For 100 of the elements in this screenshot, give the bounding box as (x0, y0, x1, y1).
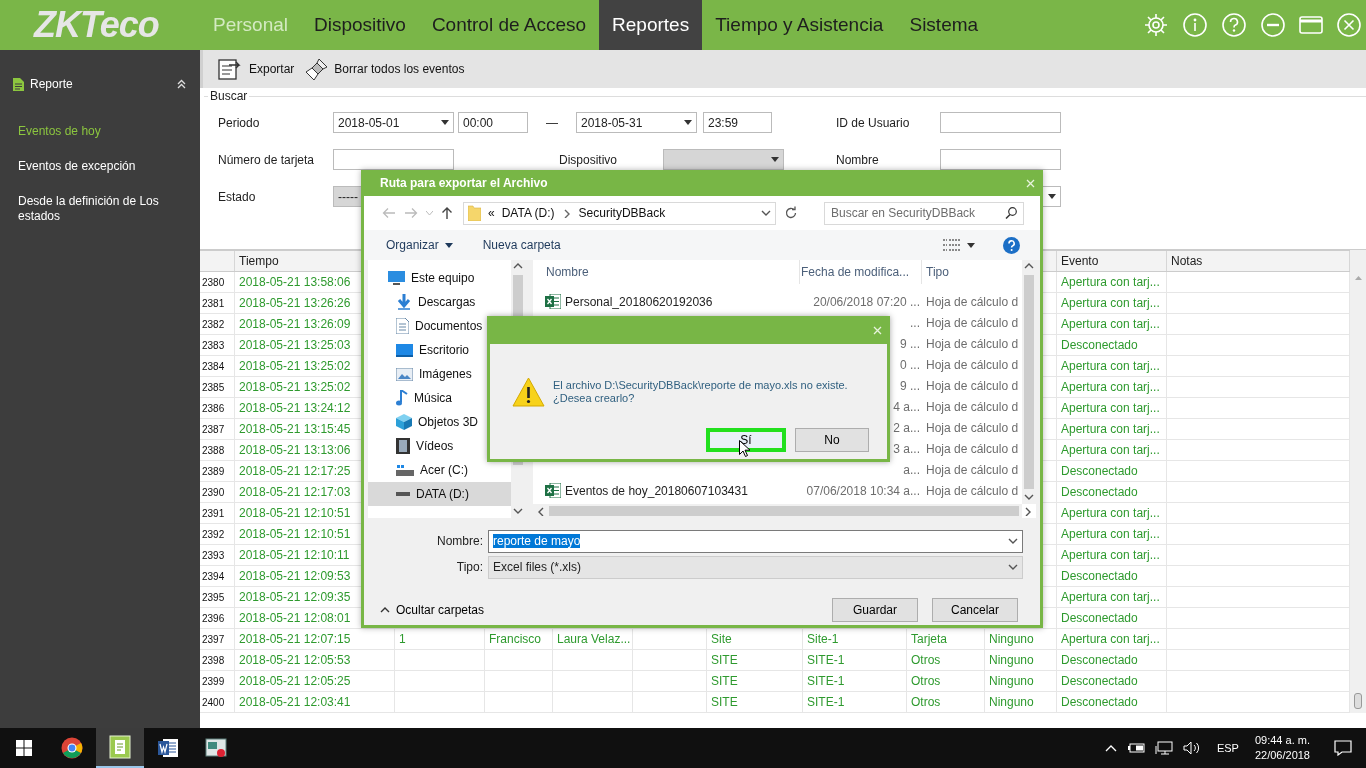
view-menu[interactable] (943, 239, 975, 251)
column-header[interactable]: Fecha de modifica... (800, 260, 922, 284)
chevron-down-icon (761, 208, 771, 218)
organize-menu[interactable]: Organizar (386, 238, 453, 252)
cube-icon (396, 414, 412, 430)
export-button[interactable]: Exportar (217, 57, 295, 81)
field-label: ID de Usuario (836, 115, 911, 130)
language-indicator[interactable]: ESP (1216, 742, 1239, 754)
time-field[interactable]: 23:59 (703, 112, 772, 133)
scrollbar[interactable] (1350, 250, 1366, 713)
sidebar-item[interactable]: Eventos de excepción (0, 149, 200, 184)
time-field[interactable]: 00:00 (458, 112, 528, 133)
scroll-thumb[interactable] (1354, 693, 1362, 709)
table-cell: Desconectado (1057, 335, 1167, 355)
clear-button[interactable]: Borrar todos los eventos (304, 56, 465, 82)
scroll-thumb[interactable] (549, 506, 1019, 516)
help-icon[interactable] (1221, 12, 1247, 38)
sidebar-item[interactable]: Desde la definición de Los estados (0, 184, 200, 234)
chevron-down-icon (1024, 493, 1034, 502)
sidebar-item[interactable]: Eventos de hoy (0, 114, 200, 149)
table-cell: Apertura con tarj... (1057, 503, 1167, 523)
table-cell: Apertura con tarj... (1057, 419, 1167, 439)
date-select[interactable]: 2018-05-01 (333, 112, 454, 133)
file-type: Hoja de cálculo d (925, 399, 1020, 414)
spreadsheet-icon (545, 294, 561, 309)
yes-button[interactable]: Sí (706, 428, 786, 452)
close-icon[interactable] (873, 325, 882, 335)
input-field[interactable] (940, 149, 1061, 170)
back-icon[interactable] (382, 207, 396, 219)
table-cell: 1 (395, 629, 485, 649)
up-icon[interactable] (441, 206, 453, 220)
file-type: Hoja de cálculo d (925, 462, 1020, 477)
tree-item[interactable]: DATA (D:) (368, 482, 511, 506)
column-header[interactable]: Nombre (545, 260, 800, 284)
table-cell: Ninguno (985, 650, 1057, 670)
document-icon (13, 77, 24, 91)
address-bar[interactable]: « DATA (D:) SecurityDBBack (463, 201, 776, 225)
breadcrumb-item[interactable]: SecurityDBBack (578, 206, 666, 220)
table-cell: Desconectado (1057, 650, 1167, 670)
nav-tab[interactable]: Sistema (896, 0, 992, 50)
table-cell: SITE-1 (803, 692, 907, 712)
maximize-icon[interactable] (1299, 15, 1323, 35)
breadcrumb-item[interactable]: DATA (D:) (501, 206, 555, 220)
scrollbar[interactable] (1022, 260, 1036, 504)
details-view-icon (943, 239, 961, 251)
field-label: Número de tarjeta (218, 152, 316, 167)
table-cell: Ninguno (985, 629, 1057, 649)
spreadsheet-icon (545, 483, 561, 498)
search-icon (1005, 207, 1017, 219)
volume-icon[interactable] (1182, 741, 1201, 755)
scroll-thumb[interactable] (1024, 275, 1034, 489)
field-label: Tipo: (455, 560, 484, 574)
file-type-select[interactable]: Excel files (*.xls) (488, 555, 1023, 579)
input-field[interactable] (940, 112, 1061, 133)
battery-icon[interactable] (1126, 742, 1145, 754)
table-cell: 2018-05-21 12:05:53 (235, 650, 395, 670)
row-number: 2392 (200, 524, 235, 544)
help-icon[interactable] (1003, 236, 1020, 254)
notifications-icon[interactable] (1334, 740, 1352, 756)
column-header[interactable]: Evento (1057, 251, 1167, 271)
network-icon[interactable] (1154, 741, 1173, 755)
table-cell: Desconectado (1057, 608, 1167, 628)
new-folder-button[interactable]: Nueva carpeta (482, 238, 561, 252)
chevron-down-icon (1008, 536, 1018, 546)
collapse-icon[interactable] (177, 79, 186, 89)
info-icon[interactable] (1182, 12, 1208, 38)
recent-icon[interactable] (426, 211, 433, 215)
input-field[interactable] (333, 149, 454, 170)
pictures-icon (396, 367, 413, 381)
save-button[interactable]: Guardar (832, 598, 918, 622)
close-icon[interactable] (1026, 178, 1035, 188)
no-button[interactable]: No (795, 428, 869, 452)
nav-tab[interactable]: Dispositivo (301, 0, 419, 50)
refresh-icon[interactable] (784, 206, 798, 220)
nav-tab[interactable]: Reportes (599, 0, 703, 50)
browser-icon (61, 737, 83, 759)
scroll-up-icon[interactable] (1354, 276, 1362, 280)
search-field[interactable]: Buscar en SecurityDBBack (824, 201, 1024, 225)
minimize-icon[interactable] (1260, 12, 1286, 38)
row-number: 2399 (200, 671, 235, 691)
table-cell: Apertura con tarj... (1057, 524, 1167, 544)
column-header[interactable]: Tipo (922, 260, 1021, 284)
file-name-field[interactable]: reporte de mayo (488, 529, 1023, 553)
settings-icon[interactable] (1143, 12, 1169, 38)
forward-icon[interactable] (404, 207, 418, 219)
nav-tab[interactable]: Tiempo y Asistencia (702, 0, 897, 50)
document-icon (396, 318, 409, 334)
cancel-button[interactable]: Cancelar (932, 598, 1018, 622)
clock-date[interactable]: 22/06/2018 (1254, 748, 1310, 763)
taskbar-app[interactable] (96, 728, 144, 768)
file-name[interactable]: Personal_20180620192036 (565, 294, 713, 309)
clock-time[interactable]: 09:44 a. m. (1254, 733, 1310, 748)
logo: ZKTeco (32, 3, 160, 47)
file-name[interactable]: Eventos de hoy_20180607103431 (565, 483, 748, 498)
chevron-up-icon[interactable] (1104, 744, 1117, 752)
row-number: 2396 (200, 608, 235, 628)
table-cell: Apertura con tarj... (1057, 629, 1167, 649)
nav-tab[interactable]: Control de Acceso (418, 0, 600, 50)
file-date: 20/06/2018 07:20 ... (813, 294, 920, 309)
date-select[interactable]: 2018-05-31 (576, 112, 697, 133)
